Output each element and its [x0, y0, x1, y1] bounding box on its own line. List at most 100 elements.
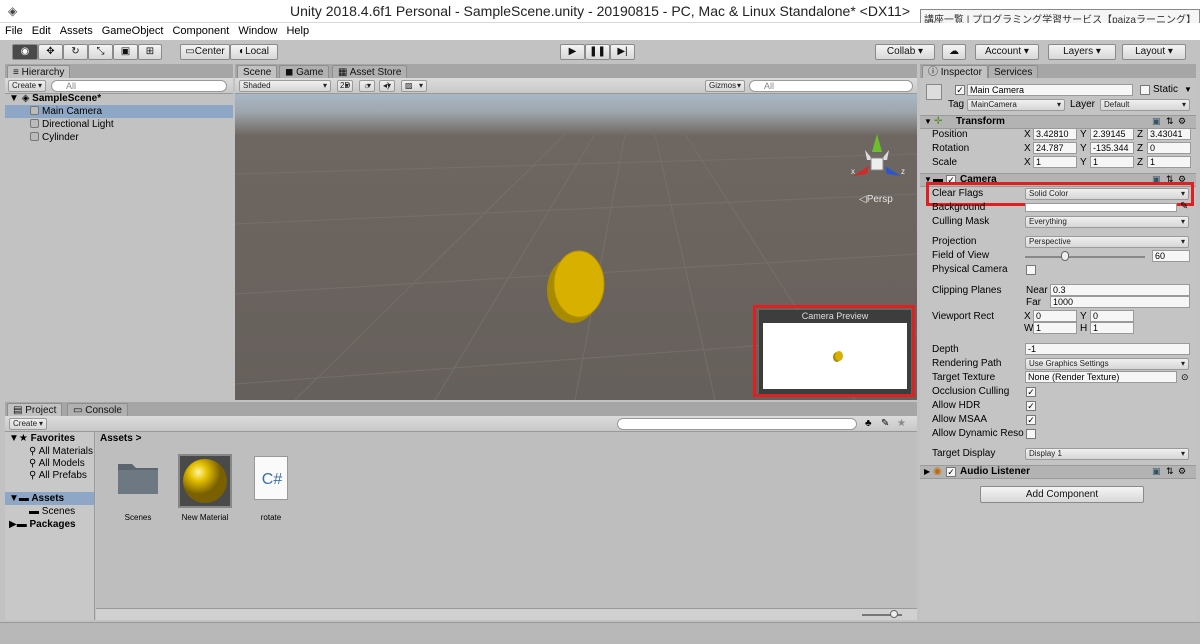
- viewport-w-field[interactable]: 1: [1033, 322, 1077, 334]
- static-dropdown-arrow-icon[interactable]: ▼: [1184, 84, 1192, 96]
- asset-new-material[interactable]: [178, 454, 232, 508]
- scale-z-field[interactable]: 1: [1147, 156, 1191, 168]
- rotation-y-field[interactable]: -135.344: [1090, 142, 1134, 154]
- physical-camera-checkbox[interactable]: [1026, 265, 1036, 275]
- position-x-field[interactable]: 3.42810: [1033, 128, 1077, 140]
- tree-all-prefabs[interactable]: ⚲ All Prefabs: [5, 469, 94, 482]
- settings-gear-icon[interactable]: ⚙: [1178, 116, 1186, 127]
- allow-dynamic-resolution-checkbox[interactable]: [1026, 429, 1036, 439]
- hierarchy-create-dropdown[interactable]: Create: [8, 80, 46, 92]
- transform-tool-button[interactable]: ⊞: [138, 44, 162, 60]
- static-checkbox[interactable]: [1140, 85, 1150, 95]
- hierarchy-search-input[interactable]: All: [51, 80, 227, 92]
- menu-assets[interactable]: Assets: [55, 23, 97, 39]
- favorite-star-icon[interactable]: ★: [897, 418, 906, 429]
- assets-breadcrumb[interactable]: Assets >: [100, 433, 141, 445]
- object-picker-icon[interactable]: ⊙: [1181, 372, 1189, 383]
- target-texture-field[interactable]: None (Render Texture): [1025, 371, 1177, 383]
- tree-favorites[interactable]: ▼★ Favorites: [5, 432, 94, 445]
- near-field[interactable]: 0.3: [1050, 284, 1190, 296]
- hierarchy-item-main-camera[interactable]: Main Camera: [5, 105, 233, 118]
- rotation-z-field[interactable]: 0: [1147, 142, 1191, 154]
- scene-viewport[interactable]: x z ◁Persp Camera Preview: [235, 94, 917, 400]
- asset-scenes-folder[interactable]: [116, 456, 160, 498]
- menu-help[interactable]: Help: [281, 23, 313, 39]
- cloud-button[interactable]: ☁: [942, 44, 966, 60]
- eyedropper-icon[interactable]: ✎: [1180, 201, 1188, 212]
- tab-services[interactable]: Services: [988, 65, 1039, 78]
- add-component-button[interactable]: Add Component: [980, 486, 1144, 503]
- project-search-input[interactable]: [617, 418, 857, 430]
- lighting-toggle[interactable]: ☼: [359, 80, 375, 92]
- fov-field[interactable]: 60: [1152, 250, 1190, 262]
- settings-gear-icon[interactable]: ⚙: [1178, 466, 1186, 477]
- layer-dropdown[interactable]: Default: [1100, 99, 1190, 111]
- filter-label-icon[interactable]: ✎: [881, 418, 889, 429]
- project-create-dropdown[interactable]: Create: [9, 418, 47, 430]
- hierarchy-item-cylinder[interactable]: Cylinder: [5, 131, 233, 144]
- audio-toggle[interactable]: ◂): [379, 80, 395, 92]
- menu-edit[interactable]: Edit: [27, 23, 55, 39]
- pivot-local-button[interactable]: ◐Local: [230, 44, 278, 60]
- rotation-x-field[interactable]: 24.787: [1033, 142, 1077, 154]
- tree-scenes[interactable]: ▬ Scenes: [5, 505, 94, 518]
- far-field[interactable]: 1000: [1050, 296, 1190, 308]
- tab-console[interactable]: ▭ Console: [67, 403, 128, 416]
- persp-label[interactable]: ◁Persp: [859, 194, 893, 206]
- viewport-x-field[interactable]: 0: [1033, 310, 1077, 322]
- pivot-center-button[interactable]: ▭Center: [180, 44, 230, 60]
- move-tool-button[interactable]: ✥: [38, 44, 63, 60]
- tab-scene[interactable]: Scene: [237, 65, 278, 78]
- rendering-path-dropdown[interactable]: Use Graphics Settings: [1025, 358, 1189, 370]
- tag-dropdown[interactable]: MainCamera: [967, 99, 1065, 111]
- background-color-field[interactable]: [1025, 203, 1177, 212]
- 2d-toggle[interactable]: 2D: [337, 80, 353, 92]
- allow-hdr-checkbox[interactable]: ✓: [1026, 401, 1036, 411]
- hierarchy-item-directional-light[interactable]: Directional Light: [5, 118, 233, 131]
- preset-icon[interactable]: ⇅: [1166, 466, 1174, 477]
- shading-mode-dropdown[interactable]: Shaded: [239, 80, 331, 92]
- asset-rotate-script[interactable]: C#: [254, 456, 288, 500]
- audio-listener-header[interactable]: ▶ ◉ ✓ Audio Listener ▣ ⇅ ⚙: [920, 465, 1196, 479]
- collab-button[interactable]: Collab ▾: [875, 44, 935, 60]
- menu-window[interactable]: Window: [233, 23, 281, 39]
- tab-game[interactable]: ◼ Game: [279, 65, 330, 78]
- layers-dropdown[interactable]: Layers ▾: [1048, 44, 1116, 60]
- allow-msaa-checkbox[interactable]: ✓: [1026, 415, 1036, 425]
- scale-y-field[interactable]: 1: [1090, 156, 1134, 168]
- menu-gameobject[interactable]: GameObject: [97, 23, 168, 39]
- object-name-field[interactable]: Main Camera: [967, 84, 1133, 96]
- position-y-field[interactable]: 2.39145: [1090, 128, 1134, 140]
- view-tool-button[interactable]: ◉: [12, 44, 38, 60]
- tab-hierarchy[interactable]: ≡ Hierarchy: [7, 65, 71, 78]
- gizmos-dropdown[interactable]: Gizmos: [705, 80, 745, 92]
- menu-component[interactable]: Component: [167, 23, 233, 39]
- tab-project[interactable]: ▤ Project: [7, 403, 63, 416]
- tree-assets[interactable]: ▼▬ Assets: [5, 492, 94, 505]
- help-icon[interactable]: ▣: [1152, 116, 1161, 127]
- preset-icon[interactable]: ⇅: [1166, 116, 1174, 127]
- transform-header[interactable]: ▼ ✛ Transform ▣ ⇅ ⚙: [920, 115, 1196, 129]
- filter-type-icon[interactable]: ♣: [865, 418, 872, 429]
- occlusion-culling-checkbox[interactable]: ✓: [1026, 387, 1036, 397]
- help-icon[interactable]: ▣: [1152, 466, 1161, 477]
- scale-x-field[interactable]: 1: [1033, 156, 1077, 168]
- tab-inspector[interactable]: ⓘ Inspector: [922, 65, 988, 78]
- scale-tool-button[interactable]: ⤡: [88, 44, 113, 60]
- target-display-dropdown[interactable]: Display 1: [1025, 448, 1189, 460]
- rect-tool-button[interactable]: ▣: [113, 44, 138, 60]
- scene-root[interactable]: ▼ ◈ SampleScene*: [5, 92, 233, 105]
- tree-packages[interactable]: ▶▬ Packages: [5, 518, 94, 531]
- fov-slider-handle[interactable]: [1060, 251, 1069, 261]
- pause-button[interactable]: ❚❚: [585, 44, 610, 60]
- menu-file[interactable]: File: [0, 23, 27, 39]
- audio-listener-enabled-checkbox[interactable]: ✓: [946, 467, 956, 477]
- viewport-y-field[interactable]: 0: [1090, 310, 1134, 322]
- rotate-tool-button[interactable]: ↻: [63, 44, 88, 60]
- scene-search-input[interactable]: All: [749, 80, 913, 92]
- layout-dropdown[interactable]: Layout ▾: [1122, 44, 1186, 60]
- fov-slider-track[interactable]: [1025, 256, 1145, 258]
- step-button[interactable]: ▶|: [610, 44, 635, 60]
- account-dropdown[interactable]: Account ▾: [975, 44, 1039, 60]
- active-checkbox[interactable]: ✓: [955, 85, 965, 95]
